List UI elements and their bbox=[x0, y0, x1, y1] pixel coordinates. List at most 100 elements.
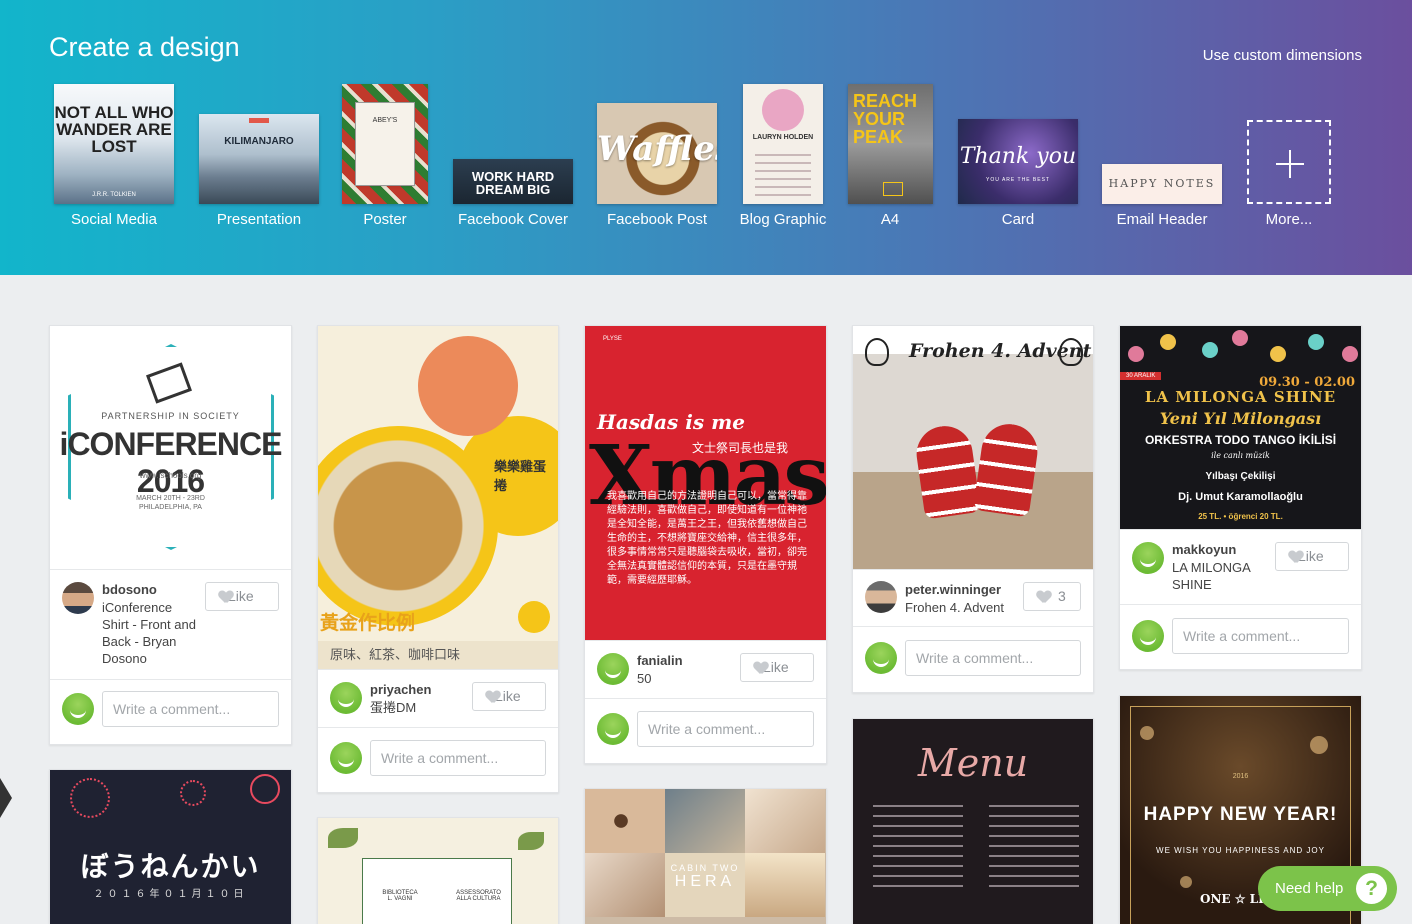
presentation-thumb-text: KILIMANJARO bbox=[224, 136, 294, 147]
design-type-label[interactable]: Email Header bbox=[1117, 211, 1208, 228]
card-thumbnail[interactable]: Thank you YOU ARE THE BEST bbox=[958, 119, 1078, 204]
side-panel-arrow-icon[interactable] bbox=[0, 778, 12, 818]
blog-portrait bbox=[762, 89, 804, 131]
design-type-label[interactable]: Social Media bbox=[71, 211, 157, 228]
image-text: Hasdas is me bbox=[597, 410, 745, 434]
photo-tile bbox=[745, 789, 825, 853]
avatar[interactable] bbox=[1132, 542, 1164, 574]
like-button[interactable]: Like bbox=[205, 582, 279, 611]
email-header-thumb-text: HAPPY NOTES bbox=[1108, 177, 1216, 190]
facebook-post-thumbnail[interactable]: Waffles bbox=[597, 103, 717, 204]
heart-icon bbox=[754, 662, 768, 674]
username[interactable]: priyachen bbox=[370, 682, 431, 697]
card-thumb-sub: YOU ARE THE BEST bbox=[986, 177, 1050, 183]
like-button[interactable]: Like bbox=[740, 653, 814, 682]
heart-icon bbox=[219, 591, 233, 603]
poster-thumb-text: ABEY'S bbox=[372, 117, 398, 124]
design-type-label[interactable]: Blog Graphic bbox=[740, 211, 827, 228]
comment-input[interactable]: Write a comment... bbox=[637, 711, 814, 747]
design-image[interactable]: ぼうねんかい ２０１６年０１月１０日 bbox=[50, 770, 291, 924]
comment-input[interactable]: Write a comment... bbox=[905, 640, 1081, 676]
username[interactable]: makkoyun bbox=[1172, 542, 1236, 557]
image-text: ２０１６年０１月１０日 bbox=[93, 889, 248, 900]
sock bbox=[973, 420, 1041, 518]
like-count-button[interactable]: 3 bbox=[1023, 582, 1081, 611]
design-type-label[interactable]: Presentation bbox=[217, 211, 301, 228]
divider bbox=[853, 569, 1093, 570]
heart-icon bbox=[1037, 591, 1051, 603]
image-text: Yılbaşı Çekilişi bbox=[1205, 471, 1276, 482]
design-image[interactable]: CABIN TWO HERA bbox=[585, 789, 826, 924]
like-button[interactable]: Like bbox=[472, 682, 546, 711]
facebook-post-thumb-text: Waffles bbox=[597, 129, 717, 169]
leaf-decoration bbox=[518, 832, 544, 850]
avatar[interactable] bbox=[597, 653, 629, 685]
presentation-thumbnail[interactable]: KILIMANJARO bbox=[199, 114, 319, 204]
firework-decoration bbox=[70, 778, 110, 818]
photo-tile bbox=[585, 789, 665, 853]
email-header-thumbnail[interactable]: HAPPY NOTES bbox=[1102, 164, 1222, 204]
ornament-icon bbox=[1342, 346, 1358, 362]
avatar[interactable] bbox=[865, 581, 897, 613]
more-designs-plus-icon[interactable] bbox=[1247, 120, 1331, 204]
design-card: BIBLIOTECA L. VAGNI ASSESSORATO ALLA CUL… bbox=[317, 817, 559, 924]
my-avatar bbox=[62, 693, 94, 725]
need-help-button[interactable]: Need help ? bbox=[1258, 866, 1397, 911]
image-text: PARTNERSHIP IN SOCIETY bbox=[101, 411, 240, 421]
design-image[interactable]: Menu bbox=[853, 719, 1093, 924]
firework-decoration bbox=[250, 774, 280, 804]
menu-rows bbox=[873, 805, 963, 895]
a4-thumbnail[interactable]: REACH YOUR PEAK bbox=[848, 84, 933, 204]
facebook-cover-thumb-text: WORK HARD DREAM BIG bbox=[471, 169, 555, 197]
my-avatar bbox=[1132, 620, 1164, 652]
comment-input[interactable]: Write a comment... bbox=[1172, 618, 1349, 654]
username[interactable]: fanialin bbox=[637, 653, 683, 668]
design-card: ぼうねんかい ２０１６年０１月１０日 bbox=[49, 769, 292, 924]
like-button[interactable]: Like bbox=[1275, 542, 1349, 571]
design-image[interactable]: BIBLIOTECA L. VAGNI ASSESSORATO ALLA CUL… bbox=[318, 818, 558, 924]
ornament-icon bbox=[1232, 330, 1248, 346]
image-title: Frohen 4. Advent bbox=[909, 340, 1092, 362]
image-text: ASSESSORATO ALLA CULTURA bbox=[456, 890, 501, 902]
image-title: LA MILONGA SHINE bbox=[1144, 388, 1337, 406]
image-text: CABIN TWO HERA bbox=[665, 853, 745, 917]
design-type-label[interactable]: A4 bbox=[881, 211, 899, 228]
facebook-cover-thumbnail[interactable]: WORK HARD DREAM BIG bbox=[453, 159, 573, 204]
design-type-label[interactable]: Card bbox=[1002, 211, 1035, 228]
poster-thumbnail[interactable]: ABEY'S bbox=[342, 84, 428, 204]
firework-decoration bbox=[180, 780, 206, 806]
design-type-label[interactable]: Poster bbox=[363, 211, 406, 228]
divider bbox=[318, 727, 558, 728]
design-type-label[interactable]: More... bbox=[1266, 211, 1313, 228]
username[interactable]: bdosono bbox=[102, 582, 157, 597]
divider bbox=[1120, 529, 1361, 530]
design-description: 蛋捲DM bbox=[370, 700, 417, 715]
username[interactable]: peter.winninger bbox=[905, 582, 1001, 597]
comment-input[interactable]: Write a comment... bbox=[102, 691, 279, 727]
image-text: Yeni Yıl Milongası bbox=[1159, 409, 1322, 428]
design-type-label[interactable]: Facebook Post bbox=[607, 211, 707, 228]
image-text: ORKESTRA TODO TANGO İKİLİSİ bbox=[1144, 433, 1337, 447]
design-image[interactable]: PLYSE Xmas Hasdas is me 文士祭司長也是我 我喜歡用自己的… bbox=[585, 326, 826, 640]
design-type-label[interactable]: Facebook Cover bbox=[458, 211, 568, 228]
photo-tile bbox=[745, 853, 825, 917]
social-media-thumb-sub: J.R.R. TOLKIEN bbox=[92, 192, 136, 198]
image-text: 25 TL. • öğrenci 20 TL. bbox=[1198, 512, 1283, 521]
my-avatar bbox=[330, 742, 362, 774]
design-image[interactable]: Frohen 4. Advent bbox=[853, 326, 1093, 569]
create-design-header: Create a design Use custom dimensions NO… bbox=[0, 0, 1412, 275]
blog-graphic-thumbnail[interactable]: LAURYN HOLDEN bbox=[743, 84, 823, 204]
design-image[interactable]: 30 ARALIK 09.30 - 02.00 LA MILONGA SHINE… bbox=[1120, 326, 1361, 529]
design-image[interactable]: 樂樂雞蛋捲 黃金作比例 原味、紅茶、咖啡口味 bbox=[318, 326, 558, 669]
comment-input[interactable]: Write a comment... bbox=[370, 740, 546, 776]
design-description: LA MILONGA SHINE bbox=[1172, 560, 1251, 592]
social-media-thumbnail[interactable]: NOT ALL WHO WANDER ARE LOST J.R.R. TOLKI… bbox=[54, 84, 174, 204]
image-text: ONE ☆ LI bbox=[1200, 892, 1264, 906]
design-card: CABIN TWO HERA bbox=[584, 788, 827, 924]
image-text: WE WISH YOU HAPPINESS AND JOY bbox=[1156, 846, 1325, 855]
design-card: Menu bbox=[852, 718, 1094, 924]
avatar[interactable] bbox=[330, 682, 362, 714]
avatar[interactable] bbox=[62, 582, 94, 614]
design-image[interactable]: PARTNERSHIP IN SOCIETY iCONFERENCE 2016 … bbox=[50, 326, 291, 569]
custom-dimensions-link[interactable]: Use custom dimensions bbox=[1203, 47, 1362, 64]
